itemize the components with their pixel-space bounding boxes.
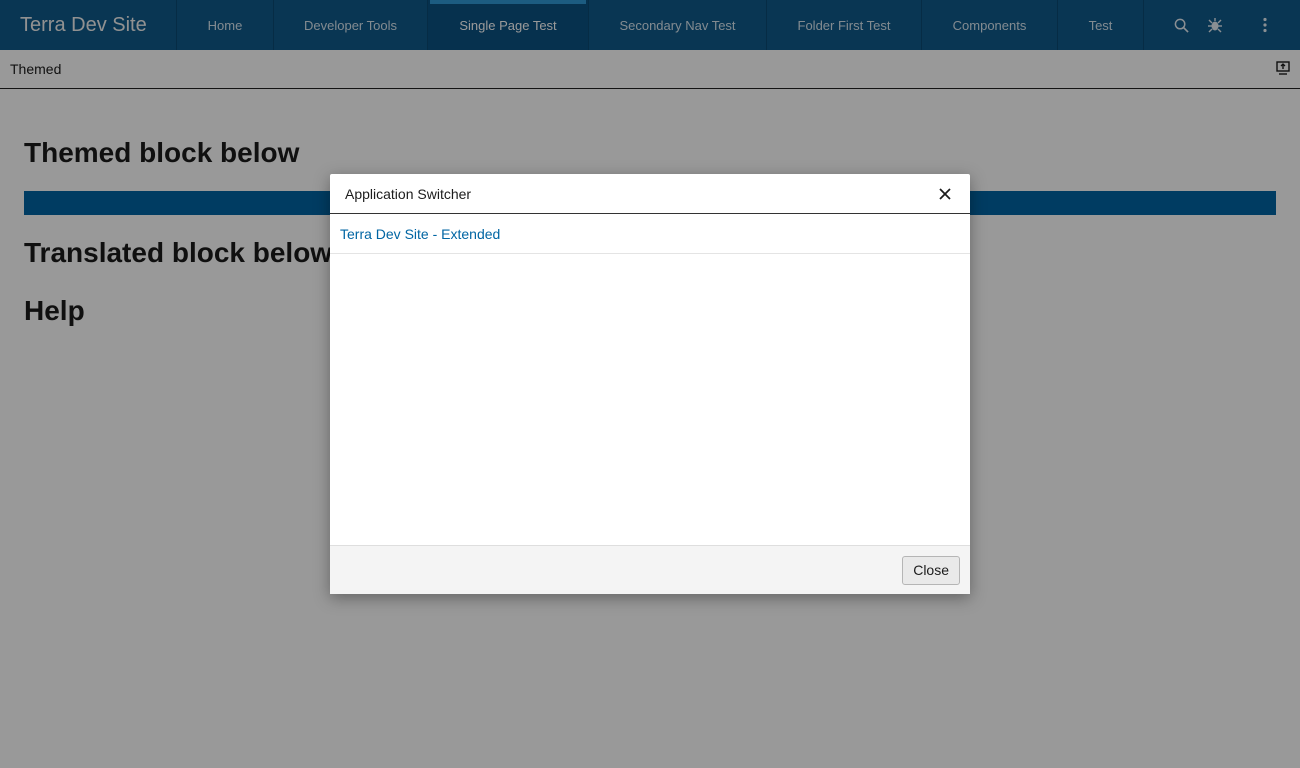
dialog-body: Terra Dev Site - Extended (330, 214, 970, 545)
application-switcher-dialog: Application Switcher Terra Dev Site - Ex… (330, 174, 970, 594)
dialog-footer: Close (330, 545, 970, 594)
list-item: Terra Dev Site - Extended (330, 214, 970, 254)
app-link-terra-dev-site-extended[interactable]: Terra Dev Site - Extended (340, 226, 500, 242)
dialog-header: Application Switcher (330, 174, 970, 214)
close-button[interactable]: Close (902, 555, 960, 585)
dialog-title: Application Switcher (345, 185, 472, 202)
close-icon[interactable] (937, 186, 953, 202)
app-root: Terra Dev Site Home Developer Tools Sing… (0, 0, 1300, 768)
